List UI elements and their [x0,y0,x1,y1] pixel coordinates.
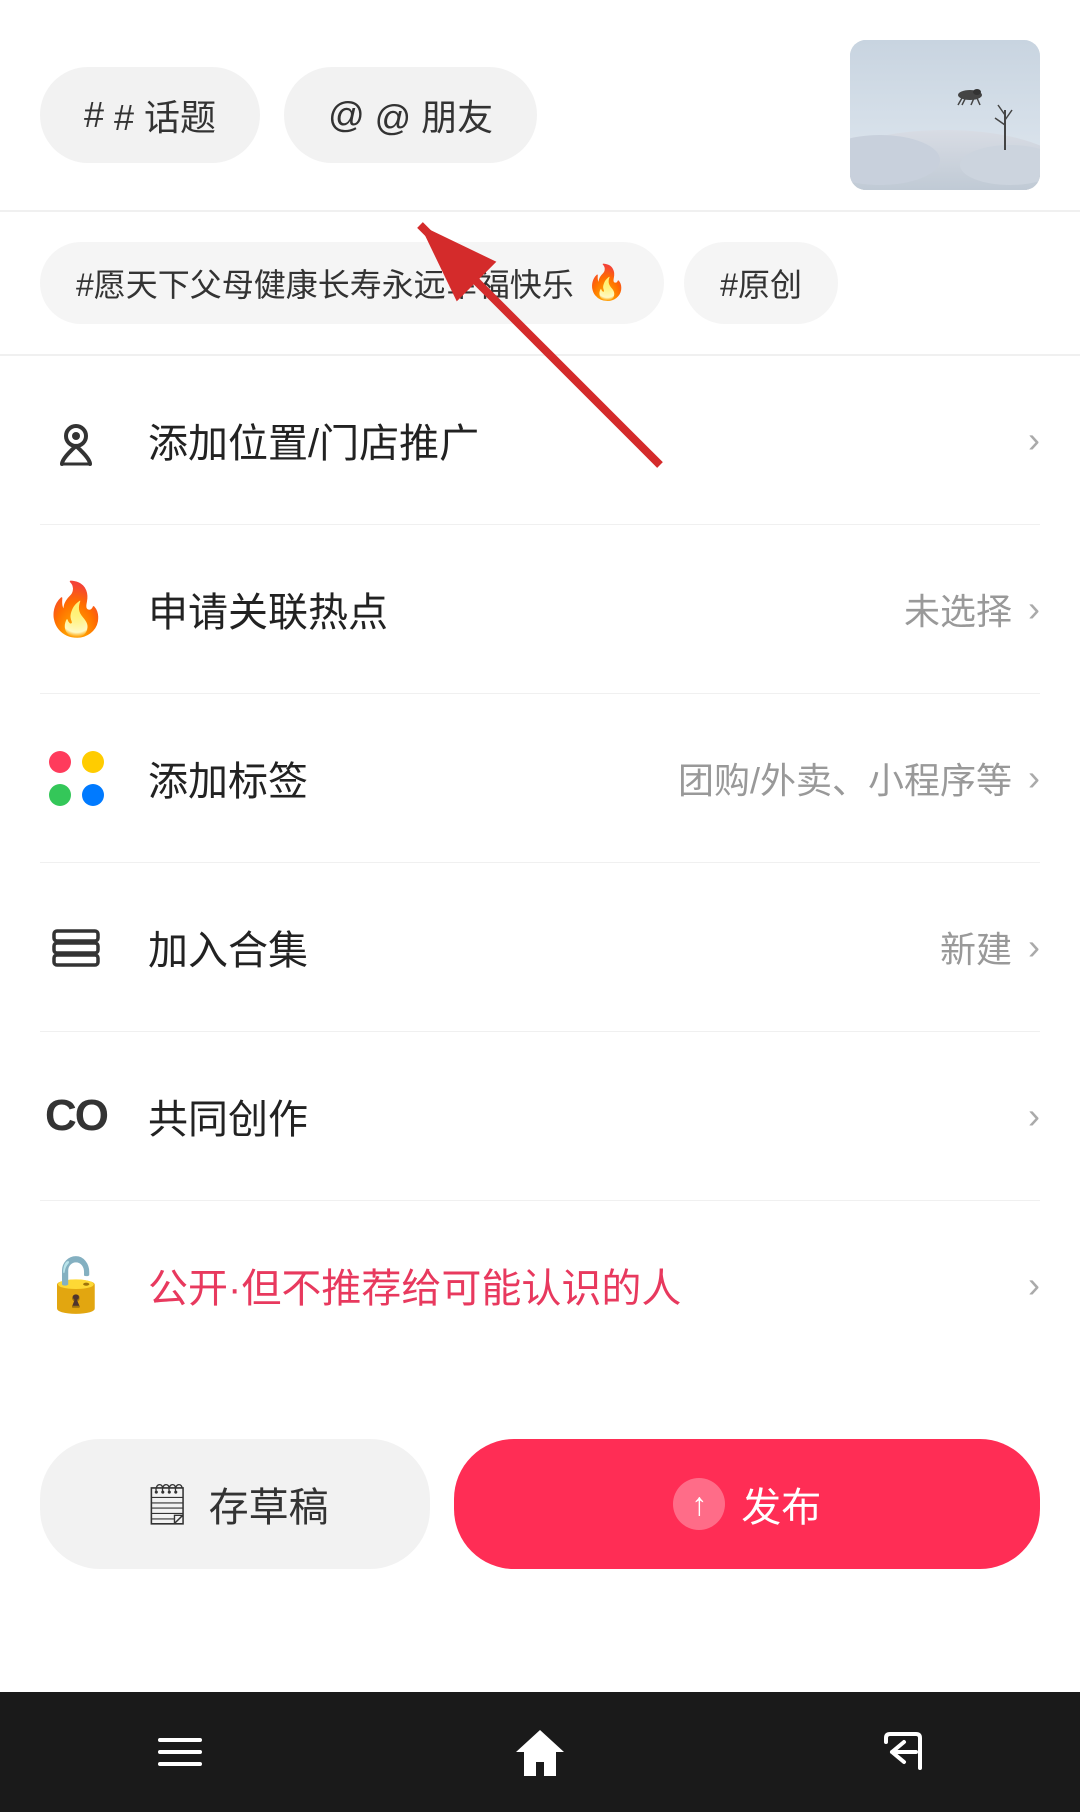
location-icon [40,404,112,476]
draft-label: 存草稿 [209,1475,329,1533]
draft-icon: 🗒 [142,1481,193,1528]
collection-hint: 新建 [940,921,1012,973]
menu-item-collab[interactable]: CO 共同创作 › [40,1032,1040,1201]
hash-icon: # [84,94,104,136]
nav-bar [0,1692,1080,1812]
tags-right: 团购/外卖、小程序等 › [678,752,1040,804]
hashtag-text-2: #原创 [720,260,802,306]
collection-label: 加入合集 [148,918,308,976]
mention-button[interactable]: @ @ 朋友 [284,67,537,163]
hotspot-fire-icon: 🔥 [40,573,112,645]
menu-left-collection: 加入合集 [40,911,308,983]
menu-item-hotspot[interactable]: 🔥 申请关联热点 未选择 › [40,525,1040,694]
hotspot-label: 申请关联热点 [148,580,388,638]
collab-label: 共同创作 [148,1087,308,1145]
collab-right: › [1020,1095,1040,1137]
chevron-icon: › [1028,588,1040,630]
chevron-icon: › [1028,1264,1040,1306]
tags-hint: 团购/外卖、小程序等 [678,752,1012,804]
nav-menu-button[interactable] [140,1712,220,1792]
menu-left-hotspot: 🔥 申请关联热点 [40,573,388,645]
tag-buttons: # # 话题 @ @ 朋友 [40,67,537,163]
privacy-right: › [1020,1264,1040,1306]
menu-section: 添加位置/门店推广 › 🔥 申请关联热点 未选择 › [0,356,1080,1369]
menu-left-privacy: 🔓 公开·但不推荐给可能认识的人 [40,1249,681,1321]
at-icon: @ [328,94,365,136]
hashtag-chip-2[interactable]: #原创 [684,242,838,324]
menu-left-tags: 添加标签 [40,742,308,814]
menu-left-collab: CO 共同创作 [40,1080,308,1152]
menu-item-collection[interactable]: 加入合集 新建 › [40,863,1040,1032]
nav-home-button[interactable] [500,1712,580,1792]
mention-label: @ 朋友 [375,89,494,141]
privacy-label: 公开·但不推荐给可能认识的人 [148,1256,681,1314]
lock-icon: 🔓 [40,1249,112,1321]
nav-back-button[interactable] [860,1712,940,1792]
co-icon: CO [40,1080,112,1152]
publish-label: 发布 [741,1475,821,1533]
publish-button[interactable]: ↑ 发布 [454,1439,1040,1569]
tags-label: 添加标签 [148,749,308,807]
chevron-icon: › [1028,419,1040,461]
hotspot-status: 未选择 [904,583,1012,635]
menu-item-tags[interactable]: 添加标签 团购/外卖、小程序等 › [40,694,1040,863]
collection-icon [40,911,112,983]
chevron-icon: › [1028,1095,1040,1137]
upload-icon: ↑ [673,1478,725,1530]
hashtag-label: # 话题 [114,89,216,141]
menu-item-privacy[interactable]: 🔓 公开·但不推荐给可能认识的人 › [40,1201,1040,1369]
hashtag-button[interactable]: # # 话题 [40,67,260,163]
chevron-icon: › [1028,757,1040,799]
location-right: › [1020,419,1040,461]
chevron-icon: › [1028,926,1040,968]
hotspot-right: 未选择 › [904,583,1040,635]
collection-right: 新建 › [940,921,1040,973]
tags-icon [40,742,112,814]
bottom-buttons: 🗒 存草稿 ↑ 发布 [0,1409,1080,1599]
draft-button[interactable]: 🗒 存草稿 [40,1439,430,1569]
cover-image[interactable]: 选封面 [850,40,1040,190]
